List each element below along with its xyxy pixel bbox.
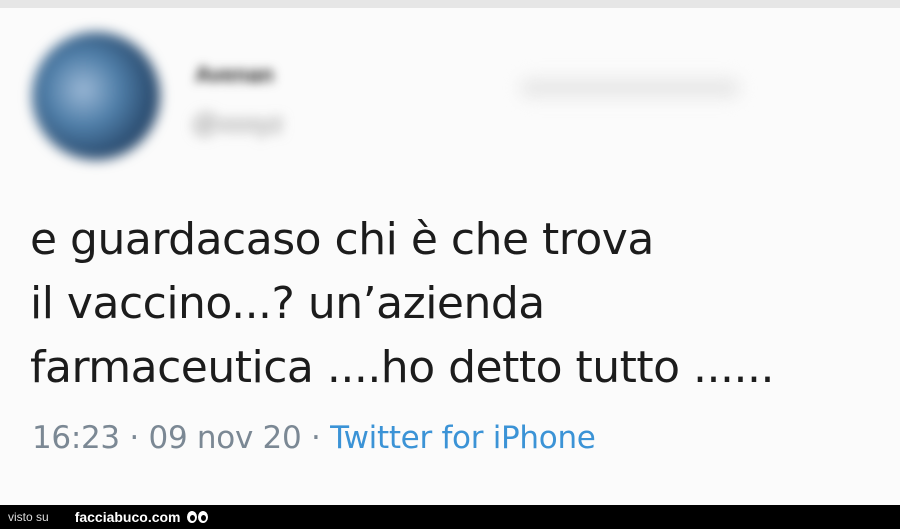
tweet-text-line: il vaccino...? un’azienda — [30, 278, 545, 329]
watermark-bar: visto su facciabuco.com — [0, 505, 900, 529]
tweet-meta: 16:23 · 09 nov 20 · Twitter for iPhone — [32, 420, 596, 456]
tweet-date[interactable]: 09 nov 20 — [149, 420, 302, 456]
watermark-prefix: visto su — [8, 510, 49, 524]
tweet-text: e guardacaso chi è che trova il vaccino.… — [30, 208, 880, 400]
top-divider — [0, 0, 900, 8]
tweet-card: Avenan @xxxyz e guardacaso chi è che tro… — [0, 0, 900, 505]
avatar[interactable] — [32, 32, 160, 160]
tweet-text-line: e guardacaso chi è che trova — [30, 214, 654, 265]
author-handle[interactable]: @xxxyz — [192, 108, 283, 139]
eye-right — [197, 511, 208, 523]
meta-separator: · — [310, 420, 321, 456]
meta-separator: · — [129, 420, 139, 456]
eye-left — [186, 511, 197, 523]
watermark-site[interactable]: facciabuco.com — [75, 509, 181, 525]
tweet-time[interactable]: 16:23 — [32, 420, 120, 456]
tweet-source-link[interactable]: Twitter for iPhone — [330, 420, 596, 456]
blurred-region — [520, 78, 740, 98]
tweet-text-line: farmaceutica ....ho detto tutto ...... — [30, 342, 774, 393]
eyes-icon — [186, 511, 208, 523]
author-name[interactable]: Avenan — [195, 62, 274, 88]
